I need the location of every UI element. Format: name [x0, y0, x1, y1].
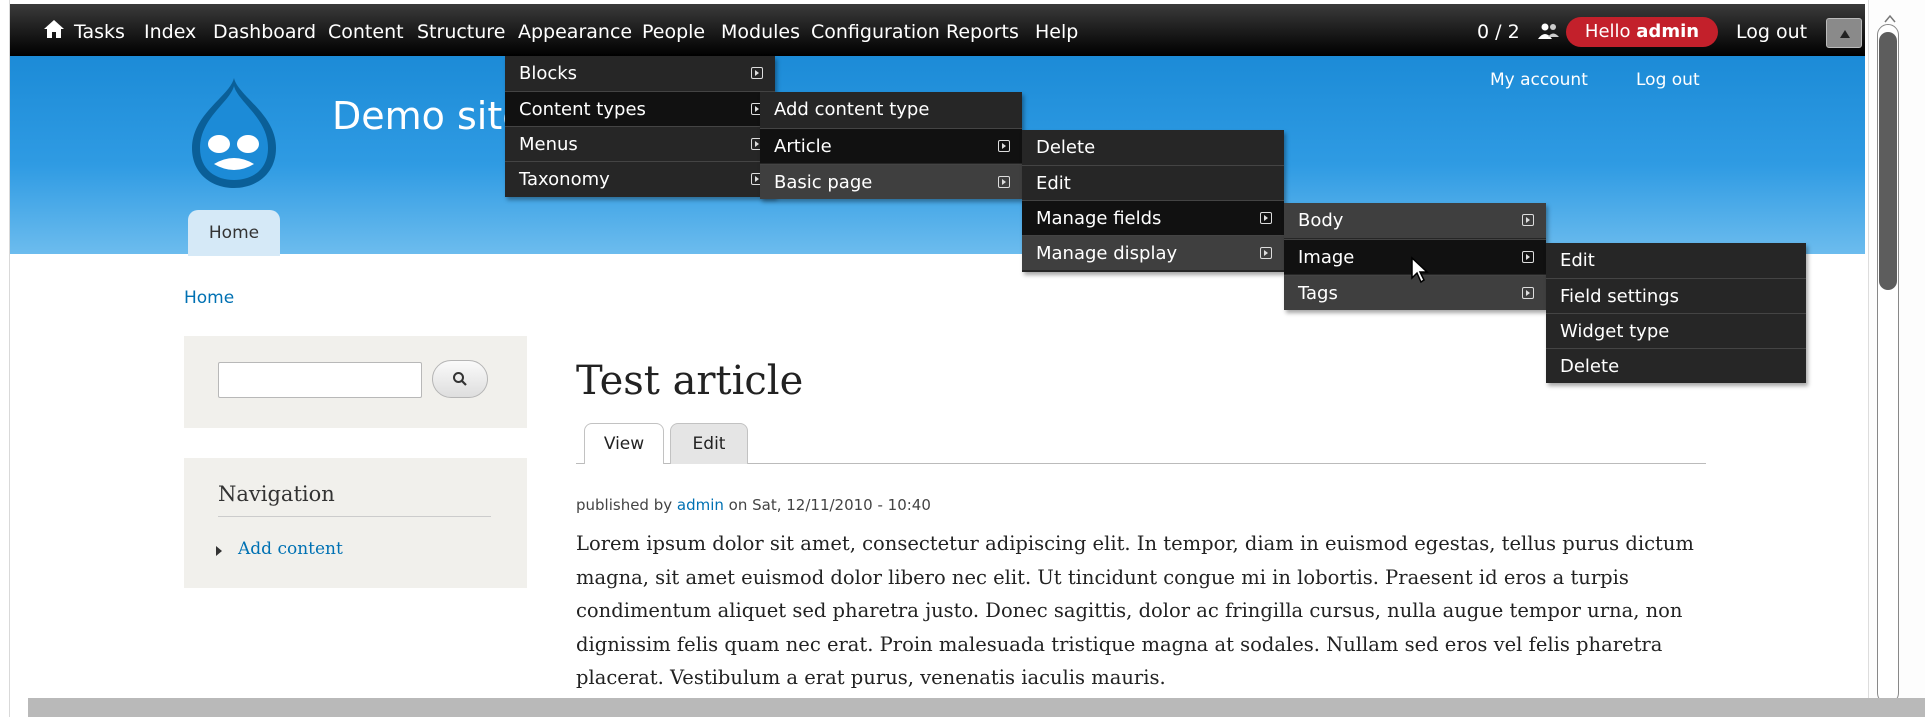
my-account-link[interactable]: My account	[1490, 70, 1588, 90]
menu-item-manage-fields[interactable]: Manage fields	[1022, 200, 1284, 235]
users-icon[interactable]	[1538, 22, 1560, 40]
menu-item-label: Manage display	[1036, 243, 1178, 264]
hello-user-badge[interactable]: Hello admin	[1566, 17, 1718, 47]
expand-icon	[1522, 287, 1534, 299]
menu-item-content-types[interactable]: Content types	[505, 91, 775, 126]
menu-item-body[interactable]: Body	[1284, 203, 1546, 238]
content-types-menu: Add content type Article Basic page	[760, 92, 1022, 199]
add-content-link[interactable]: Add content	[238, 539, 343, 559]
menu-item-label: Field settings	[1560, 286, 1680, 307]
hello-username: admin	[1636, 21, 1700, 42]
menu-item-add-content-type[interactable]: Add content type	[760, 92, 1022, 127]
menu-item-label: Delete	[1560, 356, 1620, 377]
article-body: Lorem ipsum dolor sit amet, consectetur …	[576, 532, 1694, 689]
menu-item-label: Blocks	[519, 63, 578, 84]
drupal-logo[interactable]	[184, 74, 284, 192]
mouse-cursor-icon	[1411, 256, 1429, 284]
submitted-prefix: published by	[576, 496, 677, 514]
submitted-info: published by admin on Sat, 12/11/2010 - …	[576, 496, 931, 514]
expand-icon	[751, 67, 763, 79]
menu-item-label: Menus	[519, 134, 578, 155]
scroll-thumb[interactable]	[1879, 32, 1897, 290]
expand-icon	[1522, 214, 1534, 226]
bullet-icon	[216, 546, 222, 556]
site-name[interactable]: Demo site	[332, 94, 526, 138]
toolbar-item-configuration[interactable]: Configuration	[811, 21, 940, 43]
window-edge	[0, 0, 10, 717]
toolbar-item-content[interactable]: Content	[328, 21, 404, 43]
navigation-block: Navigation Add content	[184, 458, 527, 588]
menu-item-taxonomy[interactable]: Taxonomy	[505, 161, 775, 196]
article-menu: Delete Edit Manage fields Manage display	[1022, 130, 1284, 272]
toolbar-item-people[interactable]: People	[642, 21, 705, 43]
toolbar-item-dashboard[interactable]: Dashboard	[213, 21, 316, 43]
menu-item-label: Image	[1298, 247, 1355, 268]
toolbar-toggle-button[interactable]	[1826, 18, 1862, 48]
toolbar-item-structure[interactable]: Structure	[417, 21, 505, 43]
menu-item-label: Tags	[1298, 283, 1338, 304]
toolbar-item-index[interactable]: Index	[144, 21, 196, 43]
menu-item-label: Edit	[1036, 173, 1071, 194]
menu-item-label: Widget type	[1560, 321, 1670, 342]
navigation-divider	[218, 516, 491, 517]
toolbar-item-appearance[interactable]: Appearance	[518, 21, 632, 43]
expand-icon	[1522, 251, 1534, 263]
browser-viewport: Tasks Index Dashboard Content Structure …	[0, 0, 1925, 717]
menu-item-label: Delete	[1036, 137, 1096, 158]
tab-edit[interactable]: Edit	[670, 423, 748, 464]
search-icon	[453, 372, 467, 386]
menu-item-label: Content types	[519, 99, 646, 120]
menu-item-blocks[interactable]: Blocks	[505, 56, 775, 91]
bottom-bar	[28, 698, 1925, 717]
author-link[interactable]: admin	[677, 496, 724, 514]
menu-item-label: Taxonomy	[519, 169, 610, 190]
menu-item-basic-page[interactable]: Basic page	[760, 164, 1022, 199]
menu-item-delete[interactable]: Delete	[1022, 130, 1284, 165]
menu-item-label: Add content type	[774, 99, 930, 120]
menu-item-menus[interactable]: Menus	[505, 126, 775, 161]
page-title: Test article	[576, 358, 804, 404]
menu-item-field-edit[interactable]: Edit	[1546, 243, 1806, 278]
toolbar-item-help[interactable]: Help	[1035, 21, 1078, 43]
header-logout-link[interactable]: Log out	[1636, 70, 1700, 90]
menu-item-label: Manage fields	[1036, 208, 1162, 229]
structure-menu: Blocks Content types Menus Taxonomy	[505, 56, 775, 197]
menu-item-widget-type[interactable]: Widget type	[1546, 313, 1806, 348]
menu-item-edit[interactable]: Edit	[1022, 165, 1284, 200]
expand-icon	[998, 176, 1010, 188]
shortcut-counter[interactable]: 0 / 2	[1477, 21, 1520, 43]
tab-view[interactable]: View	[584, 423, 664, 464]
toggle-arrow-icon	[1840, 30, 1850, 38]
menu-item-field-settings[interactable]: Field settings	[1546, 278, 1806, 313]
menu-item-label: Body	[1298, 210, 1344, 231]
toolbar-item-tasks[interactable]: Tasks	[74, 21, 125, 43]
home-icon[interactable]	[42, 18, 66, 40]
hello-prefix: Hello	[1584, 21, 1637, 42]
expand-icon	[1260, 212, 1272, 224]
menu-item-article[interactable]: Article	[760, 128, 1022, 163]
admin-toolbar: Tasks Index Dashboard Content Structure …	[10, 4, 1865, 56]
menu-item-manage-display[interactable]: Manage display	[1022, 235, 1284, 270]
expand-icon	[998, 140, 1010, 152]
toolbar-item-modules[interactable]: Modules	[721, 21, 800, 43]
search-block	[184, 336, 527, 428]
navigation-title: Navigation	[218, 482, 335, 506]
expand-icon	[1260, 247, 1272, 259]
search-button[interactable]	[432, 360, 488, 398]
menu-item-label: Article	[774, 136, 832, 157]
menu-item-label: Basic page	[774, 172, 873, 193]
submitted-date: on Sat, 12/11/2010 - 10:40	[723, 496, 931, 514]
menu-item-label: Edit	[1560, 250, 1595, 271]
toolbar-item-reports[interactable]: Reports	[946, 21, 1019, 43]
search-input[interactable]	[218, 362, 422, 398]
vertical-scrollbar[interactable]	[1868, 0, 1925, 717]
toolbar-logout-link[interactable]: Log out	[1736, 21, 1807, 43]
breadcrumb[interactable]: Home	[184, 288, 234, 308]
image-field-menu: Edit Field settings Widget type Delete	[1546, 243, 1806, 383]
menu-item-field-delete[interactable]: Delete	[1546, 348, 1806, 383]
main-menu-home-tab[interactable]: Home	[188, 210, 280, 256]
